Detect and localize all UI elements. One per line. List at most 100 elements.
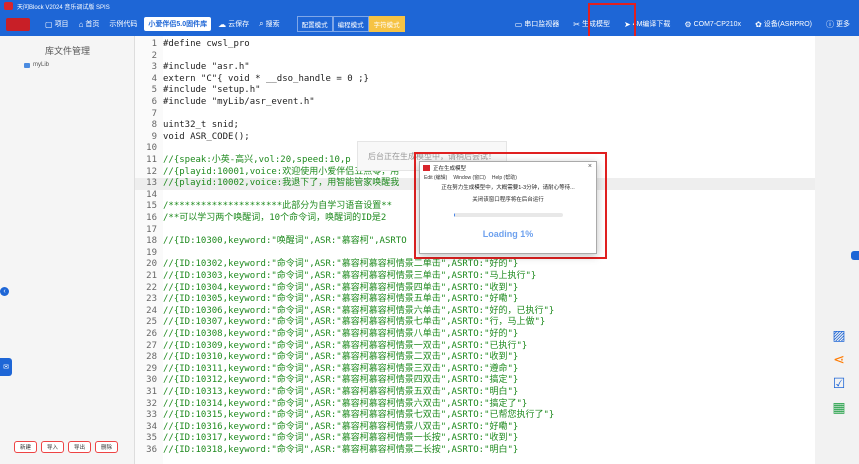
line-number: 31 — [146, 387, 157, 397]
code-line[interactable]: 26 //{ID:10308,keyword:"命令词",ASR:"慕容柯慕容柯情… — [135, 329, 815, 341]
mode-program[interactable]: 编程模式 — [332, 16, 369, 32]
code-line[interactable]: 36 //{ID:10318,keyword:"命令词",ASR:"慕容柯慕容柯情… — [135, 445, 815, 457]
close-icon[interactable]: × — [588, 163, 592, 170]
menu-edit[interactable]: Edit (编辑) — [424, 174, 447, 181]
app-logo-icon — [423, 164, 430, 171]
line-number: 25 — [146, 317, 157, 328]
code-text: #include "myLib/asr_event.h" — [163, 97, 315, 107]
mode-switch: 配置模式 编程模式 字符模式 — [296, 16, 405, 32]
library-panel: 库文件管理 myLib 新建 导入 导出 删除 ‹ ✉ — [0, 36, 135, 464]
code-text: #include "asr.h" — [163, 62, 250, 73]
loading-text: Loading 1% — [482, 229, 534, 239]
export-button[interactable]: 导出 — [68, 441, 91, 453]
monitor-icon: ▭ — [514, 19, 523, 29]
checklist-icon[interactable]: ☑ — [831, 375, 847, 391]
code-text: //{ID:10314,keyword:"命令词",ASR:"慕容柯慕容柯情景六… — [163, 398, 528, 409]
home-button[interactable]: ⌂ 首页 — [76, 19, 103, 29]
more-button[interactable]: ⓘ 更多 — [823, 19, 853, 30]
code-text: //{playid:10002,voice:我退下了，用智能管家唤醒我 — [163, 178, 400, 189]
app-logo-icon — [4, 2, 13, 10]
serial-monitor-button[interactable]: ▭ 串口监视器 — [512, 19, 563, 29]
code-text: /*********************此部分为自学习语音设置** — [163, 201, 393, 212]
library-actions: 新建 导入 导出 删除 — [14, 441, 118, 453]
device-select[interactable]: ✿ 设备(ASRPRO) — [752, 19, 815, 29]
library-item[interactable]: myLib — [24, 62, 49, 68]
line-number: 27 — [146, 340, 157, 351]
projects-button[interactable]: ▢ 项目 — [42, 19, 72, 29]
progress-bar — [454, 213, 563, 217]
usb-icon: ⚙ — [684, 19, 692, 29]
code-line[interactable]: 21 //{ID:10303,keyword:"命令词",ASR:"慕容柯慕容柯情… — [135, 271, 815, 283]
code-line[interactable]: 32 //{ID:10314,keyword:"命令词",ASR:"慕容柯慕容柯情… — [135, 399, 815, 411]
code-text: uint32_t snid; — [163, 120, 239, 131]
line-number: 8 — [151, 120, 157, 131]
code-line[interactable]: 23 //{ID:10305,keyword:"命令词",ASR:"慕容柯慕容柯情… — [135, 294, 815, 306]
code-text: //{ID:10313,keyword:"命令词",ASR:"慕容柯慕容柯情景五… — [163, 387, 519, 397]
dialog-title-bar: 正在生成模型 — [420, 162, 596, 173]
code-line[interactable]: 30 //{ID:10312,keyword:"命令词",ASR:"慕容柯慕容柯情… — [135, 375, 815, 387]
collapse-arrow-icon[interactable]: ‹ — [0, 287, 9, 296]
code-line[interactable]: 7 — [135, 109, 815, 121]
mode-text[interactable]: 字符模式 — [368, 16, 405, 32]
code-line[interactable]: 6 #include "myLib/asr_event.h" — [135, 97, 815, 109]
line-number: 14 — [146, 189, 157, 200]
code-line[interactable]: 3 #include "asr.h" — [135, 62, 815, 74]
code-line[interactable]: 29 //{ID:10311,keyword:"命令词",ASR:"慕容柯慕容柯情… — [135, 364, 815, 376]
image-icon[interactable]: ▨ — [831, 327, 847, 343]
line-number: 18 — [146, 236, 157, 247]
new-button[interactable]: 新建 — [14, 441, 37, 453]
dialog-title: 正在生成模型 — [433, 165, 467, 172]
line-number: 34 — [146, 421, 157, 432]
search-button[interactable]: ⌕ 搜索 — [256, 19, 282, 29]
code-line[interactable]: 34 //{ID:10316,keyword:"命令词",ASR:"慕容柯慕容柯情… — [135, 422, 815, 434]
code-text: /**可以学习两个唤醒词，10个命令词，唤醒词的ID是2 — [163, 213, 387, 223]
home-icon: ⌂ — [78, 19, 84, 29]
dialog-menu: Edit (编辑) Window (窗口) Help (帮助) — [424, 174, 517, 181]
line-number: 33 — [146, 410, 157, 421]
code-text: //{ID:10305,keyword:"命令词",ASR:"慕容柯慕容柯情景五… — [163, 294, 519, 305]
code-line[interactable]: 4 extern "C"{ void * __dso_handle = 0 ;} — [135, 74, 815, 86]
code-line[interactable]: 28 //{ID:10310,keyword:"命令词",ASR:"慕容柯慕容柯情… — [135, 352, 815, 364]
com-port-select[interactable]: ⚙ COM7-CP210x — [681, 20, 744, 29]
code-line[interactable]: 5 #include "setup.h" — [135, 85, 815, 97]
code-line[interactable]: 35 //{ID:10317,keyword:"命令词",ASR:"慕容柯慕容柯情… — [135, 433, 815, 445]
side-expand-tab[interactable] — [851, 251, 859, 260]
code-line[interactable]: 33 //{ID:10315,keyword:"命令词",ASR:"慕容柯慕容柯情… — [135, 410, 815, 422]
line-number: 23 — [146, 294, 157, 305]
dialog-message: 正在努力生成模型中，大概需要1-3分钟，请耐心等待... 关闭该窗口程序将在后台… — [441, 185, 575, 203]
code-text: //{ID:10300,keyword:"唤醒词",ASR:"慕容柯",ASRT… — [163, 236, 407, 247]
line-number: 20 — [146, 259, 157, 270]
title-bar: 天问Block V2024 音乐调试版 SPIS — [0, 0, 859, 12]
toolbar-right: ▭ 串口监视器 ✂ 生成模型 ➤ 4M编译下载 ⚙ COM7-CP210x ✿ 设备(AS… — [512, 12, 853, 36]
share-icon[interactable]: ⋖ — [831, 351, 847, 367]
code-line[interactable]: 2 — [135, 51, 815, 63]
project-tab[interactable]: 小爱伴侣5.0固件库 — [144, 17, 212, 31]
tools-icon: ✂ — [573, 19, 580, 29]
code-text: //{ID:10307,keyword:"命令词",ASR:"慕容柯慕容柯情景七… — [163, 317, 546, 328]
code-line[interactable]: 8 uint32_t snid; — [135, 120, 815, 132]
mode-config[interactable]: 配置模式 — [296, 16, 333, 32]
code-line[interactable]: 24 //{ID:10306,keyword:"命令词",ASR:"慕容柯慕容柯情… — [135, 306, 815, 318]
cloud-save-button[interactable]: ☁ 云保存 — [215, 19, 252, 29]
code-line[interactable]: 31 //{ID:10313,keyword:"命令词",ASR:"慕容柯慕容柯情… — [135, 387, 815, 399]
code-line[interactable]: 25 //{ID:10307,keyword:"命令词",ASR:"慕容柯慕容柯情… — [135, 317, 815, 329]
code-line[interactable]: 1 #define cwsl_pro — [135, 39, 815, 51]
menu-window[interactable]: Window (窗口) — [453, 174, 486, 181]
line-number: 5 — [151, 85, 157, 96]
line-number: 29 — [146, 363, 157, 374]
qr-code-icon[interactable]: ▦ — [831, 399, 847, 415]
brand-logo — [6, 17, 30, 31]
code-line[interactable]: 20 //{ID:10302,keyword:"命令词",ASR:"慕容柯慕容柯情… — [135, 259, 815, 271]
code-line[interactable]: 27 //{ID:10309,keyword:"命令词",ASR:"慕容柯慕容柯情… — [135, 341, 815, 353]
examples-button[interactable]: 示例代码 — [106, 19, 140, 29]
search-icon: ⌕ — [259, 19, 264, 28]
progress-fill — [454, 213, 456, 217]
code-line[interactable]: 22 //{ID:10304,keyword:"命令词",ASR:"慕容柯慕容柯情… — [135, 283, 815, 295]
side-tool-icon[interactable]: ✉ — [0, 358, 12, 376]
code-text: //{ID:10318,keyword:"命令词",ASR:"慕容柯慕容柯情景二… — [163, 445, 519, 455]
line-number: 35 — [146, 433, 157, 444]
line-number: 24 — [146, 305, 157, 316]
delete-button[interactable]: 删除 — [95, 441, 118, 453]
import-button[interactable]: 导入 — [41, 441, 64, 453]
menu-help[interactable]: Help (帮助) — [492, 174, 517, 181]
